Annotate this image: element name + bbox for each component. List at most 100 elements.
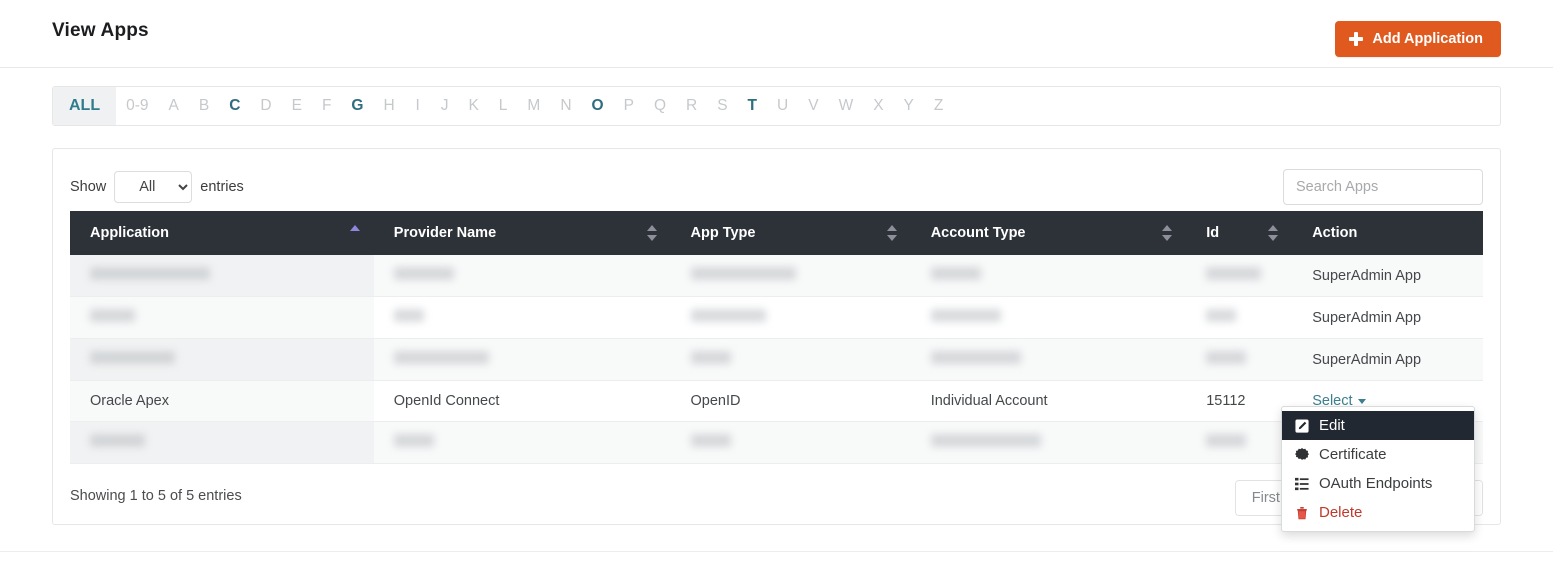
cell-app-type bbox=[670, 255, 911, 297]
dropdown-item-edit[interactable]: Edit bbox=[1282, 411, 1474, 440]
alpha-filter-y[interactable]: Y bbox=[894, 87, 924, 125]
redacted-value bbox=[930, 434, 1041, 447]
alpha-filter-l[interactable]: L bbox=[489, 87, 518, 125]
alpha-filter-t[interactable]: T bbox=[738, 87, 767, 125]
cell-action: SuperAdmin App bbox=[1292, 338, 1483, 381]
column-header-provider-name[interactable]: Provider Name bbox=[373, 211, 671, 255]
plus-icon bbox=[1349, 32, 1364, 46]
alpha-filter-c[interactable]: C bbox=[219, 87, 250, 125]
dropdown-item-label: Edit bbox=[1319, 417, 1345, 434]
cell-provider-name bbox=[373, 255, 671, 297]
table-row: SuperAdmin App bbox=[70, 296, 1483, 339]
certificate-icon bbox=[1294, 447, 1310, 462]
cell-provider-name bbox=[373, 338, 671, 381]
cell-application bbox=[70, 421, 374, 464]
column-header-label: Application bbox=[90, 225, 169, 241]
alpha-filter-k[interactable]: K bbox=[458, 87, 488, 125]
alpha-filter-v[interactable]: V bbox=[798, 87, 828, 125]
redacted-value bbox=[1206, 309, 1237, 322]
alpha-filter-z[interactable]: Z bbox=[924, 87, 953, 125]
alpha-filter-all[interactable]: ALL bbox=[53, 87, 117, 125]
column-header-label: Action bbox=[1312, 225, 1358, 241]
cell-application: Oracle Apex bbox=[70, 380, 374, 422]
alpha-filter-e[interactable]: E bbox=[282, 87, 312, 125]
sort-toggle-icon[interactable] bbox=[886, 224, 897, 242]
page-header: View Apps Add Application bbox=[0, 0, 1553, 68]
column-header-account-type[interactable]: Account Type bbox=[910, 211, 1187, 255]
redacted-value bbox=[690, 351, 731, 364]
redacted-value bbox=[1206, 267, 1262, 280]
alpha-filter-i[interactable]: I bbox=[405, 87, 431, 125]
pencil-square-icon bbox=[1294, 418, 1310, 433]
search-apps-input[interactable] bbox=[1283, 169, 1483, 205]
alpha-filter-j[interactable]: J bbox=[431, 87, 459, 125]
column-header-id[interactable]: Id bbox=[1186, 211, 1293, 255]
alpha-filter-h[interactable]: H bbox=[373, 87, 404, 125]
chevron-down-icon[interactable] bbox=[1357, 398, 1366, 404]
alpha-filter-m[interactable]: M bbox=[517, 87, 550, 125]
sort-ascending-icon[interactable] bbox=[349, 224, 360, 242]
redacted-value bbox=[930, 267, 981, 280]
column-header-application[interactable]: Application bbox=[70, 211, 374, 255]
cell-id bbox=[1186, 255, 1293, 297]
alpha-filter-x[interactable]: X bbox=[863, 87, 893, 125]
column-header-app-type[interactable]: App Type bbox=[670, 211, 911, 255]
alpha-filter-n[interactable]: N bbox=[550, 87, 581, 125]
alpha-filter-f[interactable]: F bbox=[312, 87, 341, 125]
dropdown-item-certificate[interactable]: Certificate bbox=[1282, 440, 1474, 469]
cell-application bbox=[70, 255, 374, 297]
alpha-filter-p[interactable]: P bbox=[614, 87, 644, 125]
cell-id: 15112 bbox=[1186, 380, 1293, 422]
cell-app-type bbox=[670, 296, 911, 339]
table-controls: Show All102550100 entries bbox=[53, 149, 1500, 211]
cell-provider-name: OpenId Connect bbox=[373, 380, 671, 422]
column-header-label: Provider Name bbox=[393, 225, 497, 241]
alpha-filter-w[interactable]: W bbox=[829, 87, 864, 125]
add-application-button[interactable]: Add Application bbox=[1335, 21, 1501, 57]
sort-toggle-icon[interactable] bbox=[1268, 224, 1279, 242]
alpha-filter-q[interactable]: Q bbox=[644, 87, 676, 125]
redacted-value bbox=[930, 351, 1021, 364]
column-header-label: App Type bbox=[690, 225, 756, 241]
cell-application bbox=[70, 338, 374, 381]
cell-account-type bbox=[910, 421, 1187, 464]
alpha-filter-r[interactable]: R bbox=[676, 87, 707, 125]
redacted-value bbox=[1206, 351, 1247, 364]
cell-account-type bbox=[910, 296, 1187, 339]
sort-toggle-icon[interactable] bbox=[646, 224, 657, 242]
alpha-filter-b[interactable]: B bbox=[189, 87, 219, 125]
alpha-filter-a[interactable]: A bbox=[159, 87, 189, 125]
add-application-label: Add Application bbox=[1372, 31, 1483, 47]
table-row bbox=[70, 421, 1483, 464]
dropdown-item-label: Certificate bbox=[1319, 446, 1387, 463]
redacted-value bbox=[90, 434, 145, 447]
column-header-label: Id bbox=[1206, 225, 1220, 241]
cell-app-type bbox=[670, 421, 911, 464]
cell-account-type bbox=[910, 255, 1187, 297]
show-entries-control: Show All102550100 entries bbox=[70, 171, 244, 203]
alpha-filter-09[interactable]: 0-9 bbox=[116, 87, 158, 125]
alpha-filter-s[interactable]: S bbox=[707, 87, 737, 125]
redacted-value bbox=[690, 309, 766, 322]
redacted-value bbox=[90, 267, 210, 280]
action-dropdown-menu: Edit Certificate OAuth Endpoints Delete bbox=[1281, 406, 1475, 532]
alpha-filter-d[interactable]: D bbox=[250, 87, 281, 125]
dropdown-item-delete[interactable]: Delete bbox=[1282, 498, 1474, 527]
cell-app-type: OpenID bbox=[670, 380, 911, 422]
alpha-filter-o[interactable]: O bbox=[582, 87, 614, 125]
cell-id bbox=[1186, 421, 1293, 464]
dropdown-item-oauth-endpoints[interactable]: OAuth Endpoints bbox=[1282, 469, 1474, 498]
apps-table-head: Application Provider Name App Type Account … bbox=[70, 211, 1483, 255]
bottom-divider bbox=[0, 551, 1553, 552]
column-header-label: Account Type bbox=[930, 225, 1026, 241]
page-title: View Apps bbox=[52, 20, 149, 41]
alpha-filter-g[interactable]: G bbox=[341, 87, 373, 125]
entries-per-page-select[interactable]: All102550100 bbox=[114, 171, 193, 203]
table-row: Oracle Apex OpenId Connect OpenID Individua… bbox=[70, 380, 1483, 422]
sort-toggle-icon[interactable] bbox=[1162, 224, 1173, 242]
table-header-row: Application Provider Name App Type Account … bbox=[70, 211, 1483, 255]
dropdown-item-label: Delete bbox=[1319, 504, 1363, 521]
column-header-action[interactable]: Action bbox=[1292, 211, 1483, 255]
view-apps-page: View Apps Add Application ALL 0-9 A B C D E F G H… bbox=[0, 0, 1553, 564]
alpha-filter-u[interactable]: U bbox=[767, 87, 798, 125]
